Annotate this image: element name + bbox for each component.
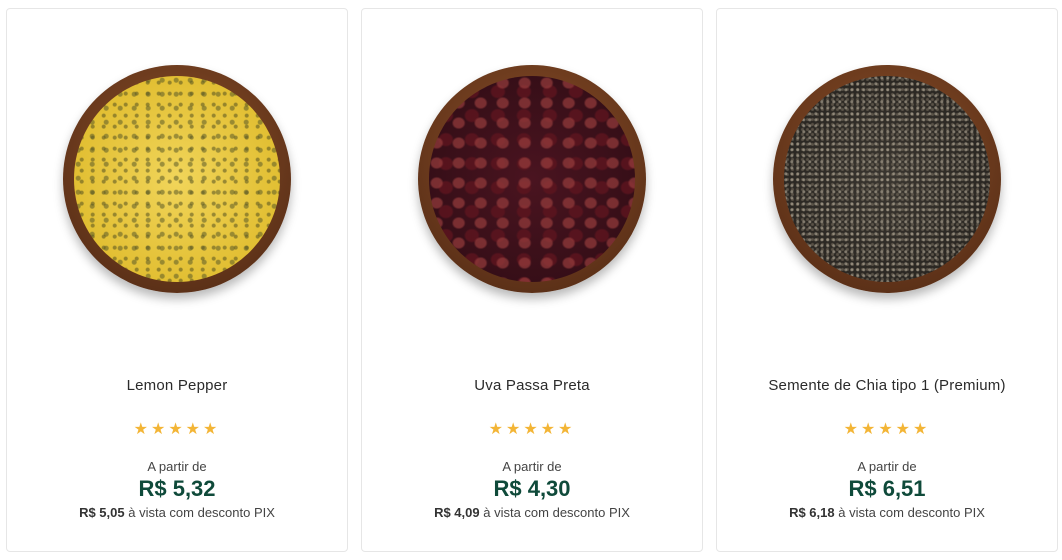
star-icon: ★ xyxy=(558,421,576,438)
product-card[interactable]: Lemon Pepper ★★★★★ A partir de R$ 5,32 R… xyxy=(6,8,348,552)
pix-price-line: R$ 4,09 à vista com desconto PIX xyxy=(362,505,702,520)
pix-price: R$ 5,05 xyxy=(79,505,125,520)
pix-label: à vista com desconto PIX xyxy=(128,505,275,520)
pix-price: R$ 6,18 xyxy=(789,505,835,520)
product-price: R$ 4,30 xyxy=(493,476,571,501)
star-icon: ★ xyxy=(913,421,931,438)
price-from-label: A partir de xyxy=(147,459,207,474)
pix-price-line: R$ 6,18 à vista com desconto PIX xyxy=(717,505,1057,520)
product-price: R$ 6,51 xyxy=(848,476,926,501)
star-icon: ★ xyxy=(203,421,221,438)
product-price: R$ 5,32 xyxy=(138,476,216,501)
product-image[interactable] xyxy=(773,65,1001,293)
product-name[interactable]: Semente de Chia tipo 1 (Premium) xyxy=(717,377,1057,394)
rating-stars: ★★★★★ xyxy=(7,419,347,439)
star-icon: ★ xyxy=(843,421,861,438)
pix-price: R$ 4,09 xyxy=(434,505,480,520)
lemon-pepper-fill xyxy=(74,76,280,282)
star-icon: ★ xyxy=(168,421,186,438)
product-name[interactable]: Lemon Pepper xyxy=(7,377,347,394)
raisin-fill xyxy=(429,76,635,282)
pix-label: à vista com desconto PIX xyxy=(483,505,630,520)
star-icon: ★ xyxy=(150,421,169,438)
pix-price-line: R$ 5,05 à vista com desconto PIX xyxy=(7,505,347,520)
product-card[interactable]: Semente de Chia tipo 1 (Premium) ★★★★★ A… xyxy=(716,8,1058,552)
star-icon: ★ xyxy=(185,421,204,438)
product-card[interactable]: Uva Passa Preta ★★★★★ A partir de R$ 4,3… xyxy=(361,8,703,552)
rating-stars: ★★★★★ xyxy=(717,419,1057,439)
price-from-label: A partir de xyxy=(502,459,562,474)
star-icon: ★ xyxy=(505,421,524,438)
star-icon: ★ xyxy=(488,421,506,438)
star-icon: ★ xyxy=(878,421,896,438)
star-icon: ★ xyxy=(895,421,914,438)
star-icon: ★ xyxy=(540,421,559,438)
star-icon: ★ xyxy=(133,421,151,438)
product-image[interactable] xyxy=(63,65,291,293)
price-from-label: A partir de xyxy=(857,459,917,474)
product-name[interactable]: Uva Passa Preta xyxy=(362,377,702,394)
product-image[interactable] xyxy=(418,65,646,293)
star-icon: ★ xyxy=(523,421,541,438)
pix-label: à vista com desconto PIX xyxy=(838,505,985,520)
chia-seed-fill xyxy=(784,76,990,282)
product-grid: Lemon Pepper ★★★★★ A partir de R$ 5,32 R… xyxy=(0,0,1062,560)
star-icon: ★ xyxy=(860,421,879,438)
rating-stars: ★★★★★ xyxy=(362,419,702,439)
